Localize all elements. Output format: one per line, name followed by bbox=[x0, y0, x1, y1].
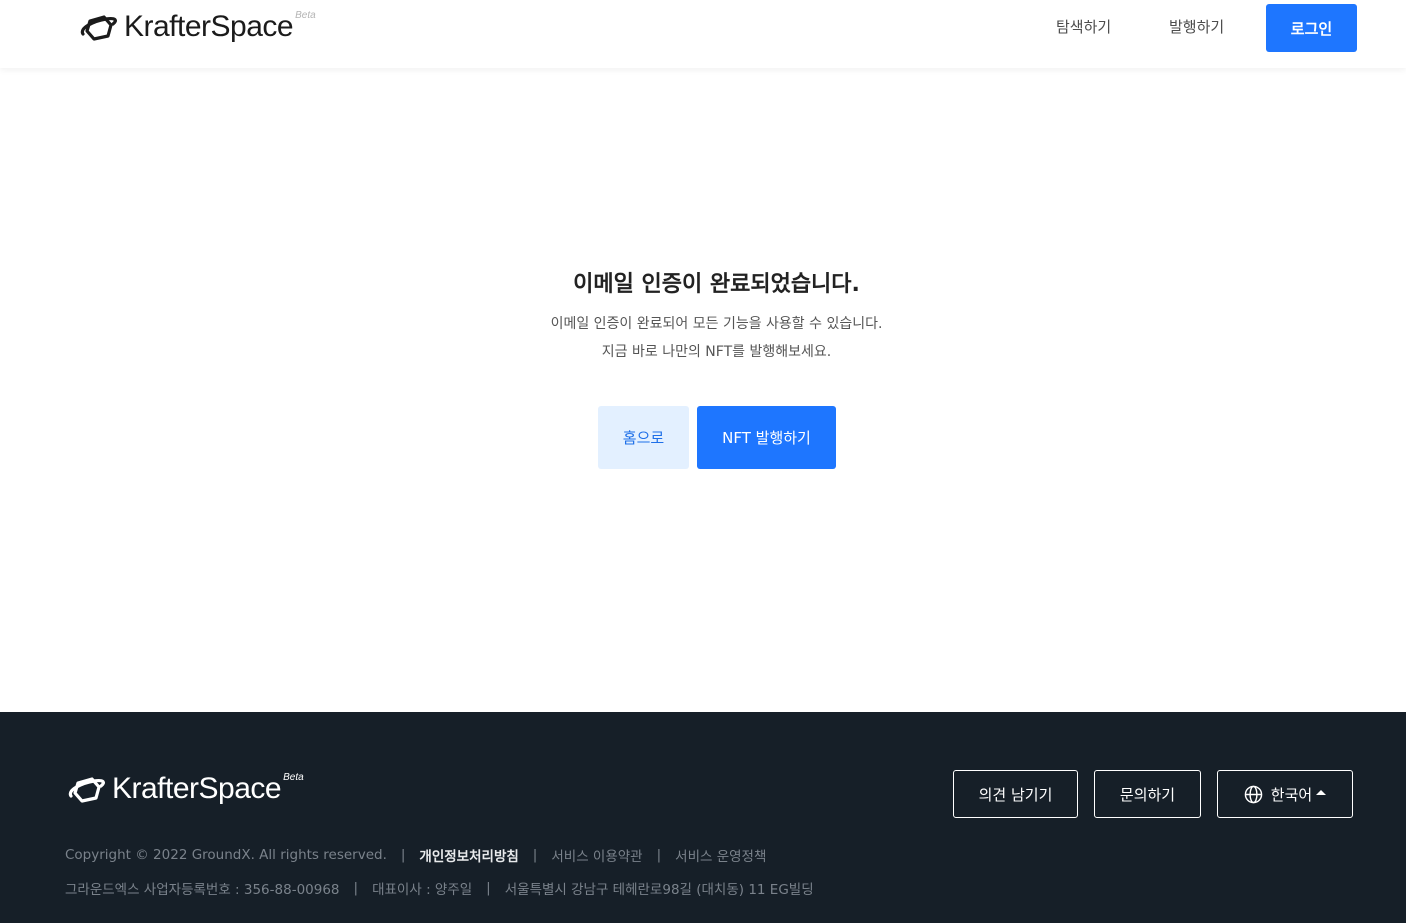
nav-explore-link[interactable]: 탐색하기 bbox=[1056, 16, 1111, 37]
business-registration-text: 그라운드엑스 사업자등록번호 : 356-88-00968 bbox=[65, 882, 340, 898]
login-button[interactable]: 로그인 bbox=[1266, 4, 1357, 52]
language-label: 한국어 bbox=[1270, 785, 1313, 804]
logo-wordmark: KrafterSpace bbox=[124, 10, 294, 43]
separator: | bbox=[532, 847, 538, 863]
main-content: 이메일 인증이 완료되었습니다. 이메일 인증이 완료되어 모든 기능을 사용할… bbox=[0, 68, 1406, 712]
separator: | bbox=[486, 880, 491, 896]
privacy-policy-link[interactable]: 개인정보처리방침 bbox=[419, 845, 518, 865]
caret-up-icon bbox=[1316, 790, 1327, 795]
inquiry-button[interactable]: 문의하기 bbox=[1094, 770, 1201, 818]
header-logo[interactable]: KrafterSpace Beta bbox=[80, 10, 316, 43]
site-header: KrafterSpace Beta 탐색하기 발행하기 로그인 bbox=[0, 0, 1406, 68]
copyright-text: Copyright © 2022 GroundX. All rights res… bbox=[65, 847, 387, 863]
footer-company-row: 그라운드엑스 사업자등록번호 : 356-88-00968 | 대표이사 : 양… bbox=[65, 878, 814, 898]
description-line-1: 이메일 인증이 완료되어 모든 기능을 사용할 수 있습니다. bbox=[550, 316, 883, 332]
operation-policy-link[interactable]: 서비스 운영정책 bbox=[675, 845, 766, 865]
globe-icon bbox=[1244, 785, 1263, 803]
separator: | bbox=[400, 847, 406, 863]
beta-badge: Beta bbox=[283, 772, 304, 783]
page-title: 이메일 인증이 완료되었습니다. bbox=[573, 272, 860, 297]
nav-mint-link[interactable]: 발행하기 bbox=[1169, 16, 1224, 37]
go-home-button[interactable]: 홈으로 bbox=[598, 406, 689, 469]
description-line-2: 지금 바로 나만의 NFT를 발행해보세요. bbox=[601, 344, 832, 360]
beta-badge: Beta bbox=[295, 10, 316, 21]
terms-of-service-link[interactable]: 서비스 이용약관 bbox=[551, 845, 642, 865]
ceo-text: 대표이사 : 양주일 bbox=[372, 882, 473, 898]
planet-ring-logo-icon bbox=[80, 15, 117, 41]
mint-nft-button[interactable]: NFT 발행하기 bbox=[697, 406, 836, 469]
address-text: 서울특별시 강남구 테헤란로98길 (대치동) 11 EG빌딩 bbox=[504, 882, 814, 898]
site-footer: KrafterSpace Beta 의견 남기기 문의하기 한국어 Copyri… bbox=[0, 712, 1406, 923]
footer-legal-row: Copyright © 2022 GroundX. All rights res… bbox=[65, 845, 766, 865]
language-selector[interactable]: 한국어 bbox=[1217, 770, 1353, 818]
planet-ring-logo-icon bbox=[68, 777, 105, 803]
logo-wordmark: KrafterSpace bbox=[112, 772, 282, 805]
feedback-button[interactable]: 의견 남기기 bbox=[953, 770, 1078, 818]
separator: | bbox=[656, 847, 662, 863]
footer-logo[interactable]: KrafterSpace Beta bbox=[68, 772, 304, 805]
separator: | bbox=[353, 880, 359, 896]
